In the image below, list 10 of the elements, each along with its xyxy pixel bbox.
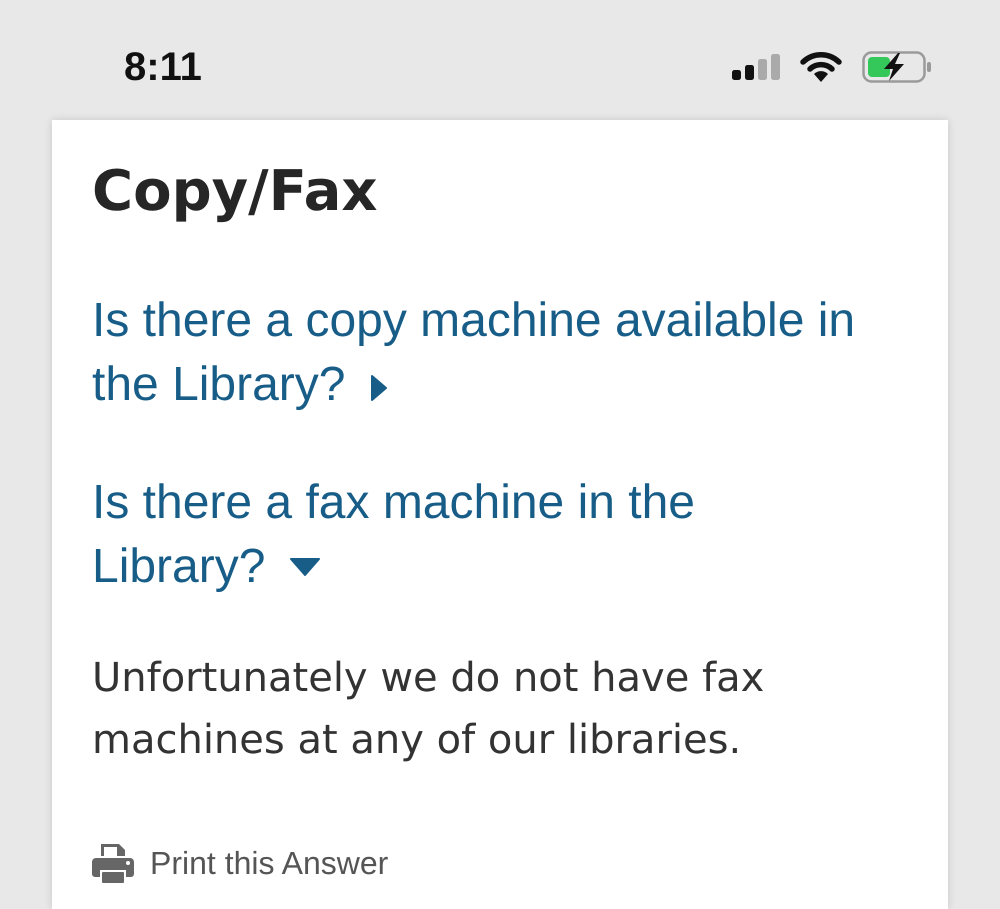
battery-charging-icon [862, 51, 932, 83]
print-answer-link[interactable]: Print this Answer [92, 843, 388, 883]
status-time: 8:11 [124, 44, 202, 90]
faq-question-link[interactable]: Is there a copy machine available in the Library? [92, 289, 867, 417]
page-title: Copy/Fax [92, 158, 378, 225]
printer-icon [92, 843, 134, 883]
signal-icon [732, 54, 780, 80]
faq-question-link[interactable]: Is there a fax machine in the Library? [92, 471, 867, 599]
answer-text: Unfortunately we do not have fax machines at any of our libraries. [92, 654, 766, 765]
wifi-icon [800, 52, 842, 82]
